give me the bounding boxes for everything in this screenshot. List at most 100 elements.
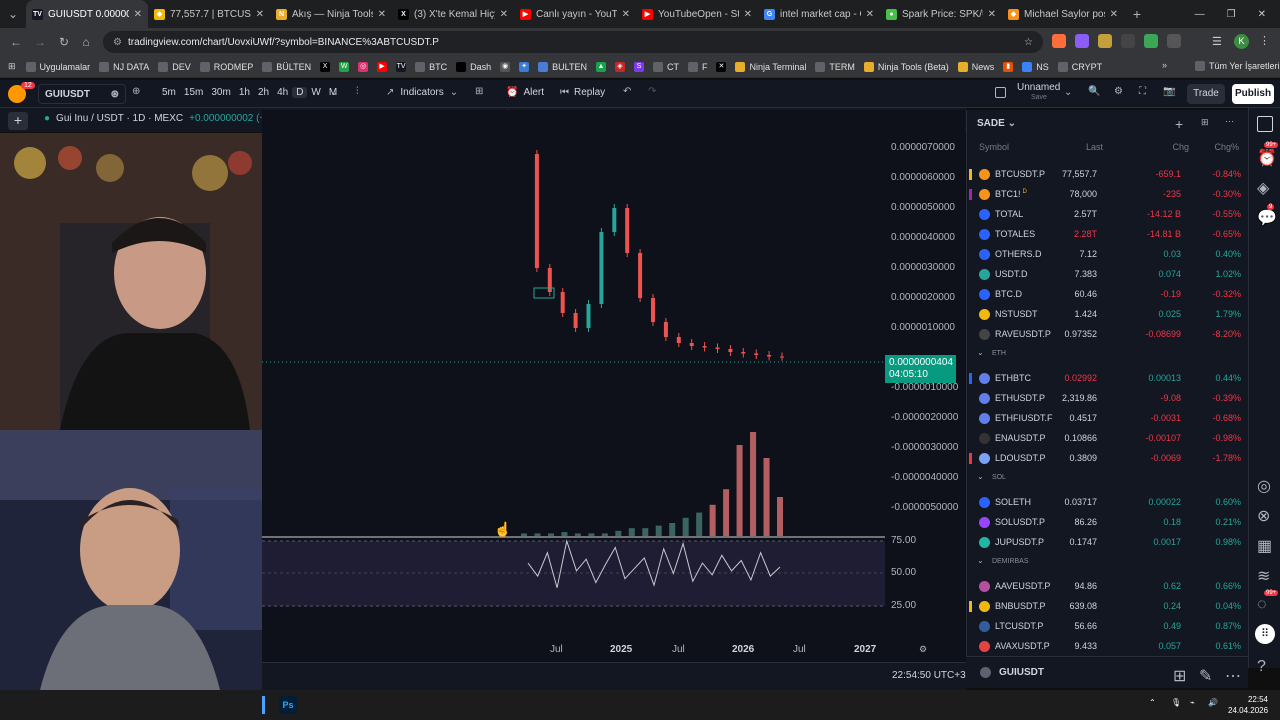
bookmark-item[interactable]: ✕ (716, 61, 727, 72)
timeframe-2h[interactable]: 2h (254, 87, 273, 98)
tab-close-icon[interactable]: ✕ (500, 9, 508, 20)
extensions-puzzle-icon[interactable] (1167, 34, 1181, 48)
watchlist-layout-icon[interactable]: ⊞ (1201, 117, 1209, 128)
bookmark-item[interactable]: F (687, 61, 707, 72)
layers-icon[interactable]: ◈ (1257, 178, 1269, 198)
forward-icon[interactable]: → (32, 34, 48, 50)
apps-dots-icon[interactable]: ⠿ (1255, 624, 1275, 644)
time-axis[interactable]: Jul 2025 Jul 2026 Jul 2027 (262, 640, 962, 662)
new-tab-button[interactable]: + (1124, 6, 1150, 22)
bookmark-item[interactable]: ◎ (358, 61, 369, 72)
bookmark-item[interactable]: ▮ (1003, 61, 1014, 72)
profile-avatar[interactable]: K (1234, 34, 1249, 49)
fullscreen-icon[interactable]: ⛶ (1139, 86, 1146, 97)
bookmark-item[interactable]: X (320, 61, 331, 72)
bookmark-item[interactable]: Dash (456, 61, 491, 72)
row-flag-icon[interactable] (969, 188, 972, 200)
calendar-icon[interactable]: ▦ (1257, 536, 1272, 556)
undo-icon[interactable]: ↶ (623, 86, 631, 97)
tab-close-icon[interactable]: ✕ (988, 9, 996, 20)
redo-icon[interactable]: ↷ (648, 86, 656, 97)
bookmark-item[interactable]: RODMEP (199, 61, 253, 72)
watchlist-row[interactable]: RAVEUSDT.P 0.97352 -0.08699 -8.20% (967, 324, 1249, 344)
mic-icon[interactable]: 🎙 (1171, 698, 1181, 707)
bookmark-item[interactable]: BÜLTEN (262, 61, 311, 72)
bookmark-item[interactable]: Ninja Tools (Beta) (863, 61, 949, 72)
row-flag-icon[interactable] (969, 372, 972, 384)
watchlist-row[interactable]: SOLUSDT.P 86.26 0.18 0.21% (967, 512, 1249, 532)
watchlist-row[interactable]: ENAUSDT.P 0.10866 -0.00107 -0.98% (967, 428, 1249, 448)
bookmark-item[interactable]: TERM (815, 61, 855, 72)
details-grid-icon[interactable]: ⊞ (1173, 666, 1186, 686)
browser-menu-icon[interactable]: ⋮ (1259, 34, 1270, 47)
bookmark-item[interactable]: News (957, 61, 994, 72)
layout-dropdown-icon[interactable]: ⌄ (1064, 87, 1072, 98)
bookmark-item[interactable]: ▶ (377, 61, 388, 72)
watchlist-section[interactable]: ⌄ SOL (977, 472, 1006, 481)
watchlist-row[interactable]: OTHERS.D 7.12 0.03 0.40% (967, 244, 1249, 264)
watchlist-row[interactable]: LDOUSDT.P 0.3809 -0.0069 -1.78% (967, 448, 1249, 468)
bookmark-item[interactable]: ◉ (500, 61, 511, 72)
trade-button[interactable]: Trade (1187, 84, 1225, 104)
bookmark-item[interactable]: W (339, 61, 350, 72)
timeframe-dropdown-icon[interactable]: ⌄ (330, 87, 338, 98)
watchlist-row[interactable]: ETHBTC 0.02992 0.00013 0.44% (967, 368, 1249, 388)
watchlist-row[interactable]: BTC1! D 78,000 -235 -0.30% (967, 184, 1249, 204)
bookmark-item[interactable]: CT (652, 61, 679, 72)
apps-grid-icon[interactable]: ⊞ (8, 61, 16, 72)
browser-tab[interactable]: N Akış — Ninja Tools ✕ (270, 0, 392, 28)
extension-icon[interactable] (1144, 34, 1158, 48)
price-axis[interactable]: 0.0000070000 0.0000060000 0.0000050000 0.00… (885, 110, 965, 666)
timeframe-5m[interactable]: 5m (158, 87, 180, 98)
compare-add-icon[interactable]: ⊕ (132, 86, 140, 97)
browser-tab[interactable]: ▶ Canlı yayın - YouTube ✕ (514, 0, 636, 28)
crosshair-tool-icon[interactable]: + (8, 112, 28, 130)
chart-lines-icon[interactable]: ≋ (1257, 566, 1270, 586)
chat-icon[interactable]: 💬 (1257, 208, 1277, 228)
restore-icon[interactable]: ❐ (1227, 9, 1236, 20)
extension-icon[interactable] (1052, 34, 1066, 48)
alerts-clock-icon[interactable]: ⏰ (1257, 148, 1277, 168)
bookmark-item[interactable]: NS (1022, 61, 1049, 72)
reading-list-icon[interactable]: ☰ (1212, 35, 1222, 48)
watchlist-row[interactable]: TOTAL 2.57T -14.12 B -0.55% (967, 204, 1249, 224)
candle-style-icon[interactable]: ⫶ (356, 86, 359, 97)
extension-icon[interactable] (1098, 34, 1112, 48)
browser-tab[interactable]: ◆ Michael Saylor posts ✕ (1002, 0, 1124, 28)
publish-button[interactable]: Publish (1232, 84, 1274, 104)
watchlist-section[interactable]: ⌄ ETH (977, 348, 1006, 357)
watchlist-row[interactable]: LTCUSDT.P 56.66 0.49 0.87% (967, 616, 1249, 636)
alert-button[interactable]: ⏰ Alert (506, 87, 544, 98)
all-bookmarks-link[interactable]: Tüm Yer İşaretleri (1195, 61, 1280, 71)
close-window-icon[interactable]: ✕ (1258, 9, 1266, 20)
watchlist-row[interactable]: BNBUSDT.P 639.08 0.24 0.04% (967, 596, 1249, 616)
watchlist-more-icon[interactable]: ⋯ (1225, 116, 1234, 127)
help-icon[interactable]: ? (1257, 658, 1266, 676)
layout-name[interactable]: Unnamed Save (1017, 83, 1060, 103)
watchlist-icon[interactable] (1257, 116, 1273, 132)
row-flag-icon[interactable] (969, 600, 972, 612)
bookmark-item[interactable]: DEV (158, 61, 191, 72)
watchlist-row[interactable]: JUPUSDT.P 0.1747 0.0017 0.98% (967, 532, 1249, 552)
watchlist-section[interactable]: ⌄ DEMIRBAS (977, 556, 1029, 565)
bookmark-item[interactable]: S (633, 61, 644, 72)
chart-canvas[interactable]: ☝ (262, 110, 885, 666)
browser-tab[interactable]: ◆ 77,557.7 | BTCUSDT U ✕ (148, 0, 270, 28)
extension-icon[interactable] (1121, 34, 1135, 48)
bookmark-item[interactable]: Uygulamalar (25, 61, 90, 72)
timeframe-1h[interactable]: 1h (235, 87, 254, 98)
browser-tab[interactable]: TV GUIUSDT 0.0000000404 ✕ (26, 0, 148, 28)
browser-tab[interactable]: X (3) X'te Kemal Hiçyılm ✕ (392, 0, 514, 28)
add-symbol-icon[interactable]: + (1175, 116, 1183, 132)
settings-gear-icon[interactable]: ⚙ (1114, 86, 1123, 97)
bookmark-item[interactable]: BULTEN (538, 61, 587, 72)
watchlist-row[interactable]: ETHUSDT.P 2,319.86 -9.08 -0.39% (967, 388, 1249, 408)
home-icon[interactable]: ⌂ (78, 34, 94, 50)
site-info-icon[interactable]: ⚙ (113, 37, 122, 48)
tab-close-icon[interactable]: ✕ (744, 9, 752, 20)
volume-icon[interactable]: 🔊 (1208, 698, 1218, 707)
watchlist-row[interactable]: NSTUSDT 1.424 0.025 1.79% (967, 304, 1249, 324)
tab-close-icon[interactable]: ✕ (378, 9, 386, 20)
browser-tab[interactable]: ▶ YouTubeOpen - Stop ✕ (636, 0, 758, 28)
browser-tab[interactable]: ● Spark Price: SPK/USD ✕ (880, 0, 1002, 28)
